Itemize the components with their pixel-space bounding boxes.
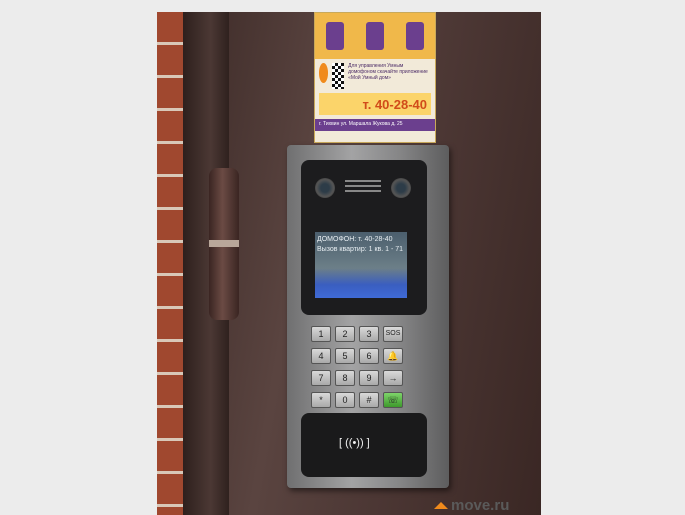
camera-icon	[315, 178, 335, 198]
sticker-icons	[315, 13, 435, 59]
camera-screen-block: ДОМОФОН: т. 40-28-40 Вызов квартир: 1 кв…	[301, 160, 427, 315]
key-star[interactable]: *	[311, 392, 331, 408]
arrow-icon[interactable]: →	[383, 370, 403, 386]
info-sticker: Для управления Умным домофоном скачайте …	[314, 12, 436, 143]
screen-line-2: Вызов квартир: 1 кв. 1 - 71	[317, 246, 404, 253]
key-3[interactable]: 3	[359, 326, 379, 342]
key-8[interactable]: 8	[335, 370, 355, 386]
key-9[interactable]: 9	[359, 370, 379, 386]
key-4[interactable]: 4	[311, 348, 331, 364]
house-icon	[434, 502, 448, 509]
watermark-text: move.ru	[451, 497, 510, 514]
screen-line-1: ДОМОФОН: т. 40-28-40	[317, 236, 393, 243]
sticker-footer: г. Тихвин ул. Маршала Жукова д. 25	[319, 121, 403, 127]
watermark: move.ru	[434, 497, 509, 514]
phone-icon	[366, 22, 384, 50]
intercom-panel: ДОМОФОН: т. 40-28-40 Вызов квартир: 1 кв…	[287, 145, 449, 488]
phone-icon	[406, 22, 424, 50]
phone-icon	[326, 22, 344, 50]
hinge-ring	[209, 240, 239, 247]
call-icon[interactable]: ☏	[383, 392, 403, 408]
key-1[interactable]: 1	[311, 326, 331, 342]
key-0[interactable]: 0	[335, 392, 355, 408]
speaker-grille	[345, 180, 381, 194]
qr-code	[332, 63, 345, 89]
rfid-icon: [ ((•)) ]	[339, 437, 370, 449]
display-screen: ДОМОФОН: т. 40-28-40 Вызов квартир: 1 кв…	[315, 232, 407, 298]
key-2[interactable]: 2	[335, 326, 355, 342]
key-6[interactable]: 6	[359, 348, 379, 364]
home-icon	[319, 63, 329, 83]
key-hash[interactable]: #	[359, 392, 379, 408]
brick-wall	[157, 12, 183, 515]
sticker-phone: т. 40-28-40	[362, 96, 428, 112]
key-5[interactable]: 5	[335, 348, 355, 364]
door-photo: Для управления Умным домофоном скачайте …	[157, 12, 541, 515]
rfid-reader[interactable]: [ ((•)) ]	[301, 413, 427, 477]
key-7[interactable]: 7	[311, 370, 331, 386]
sticker-text: Для управления Умным домофоном скачайте …	[348, 63, 428, 81]
bell-icon[interactable]: 🔔	[383, 348, 403, 364]
camera-icon	[391, 178, 411, 198]
key-sos[interactable]: SOS	[383, 326, 403, 342]
